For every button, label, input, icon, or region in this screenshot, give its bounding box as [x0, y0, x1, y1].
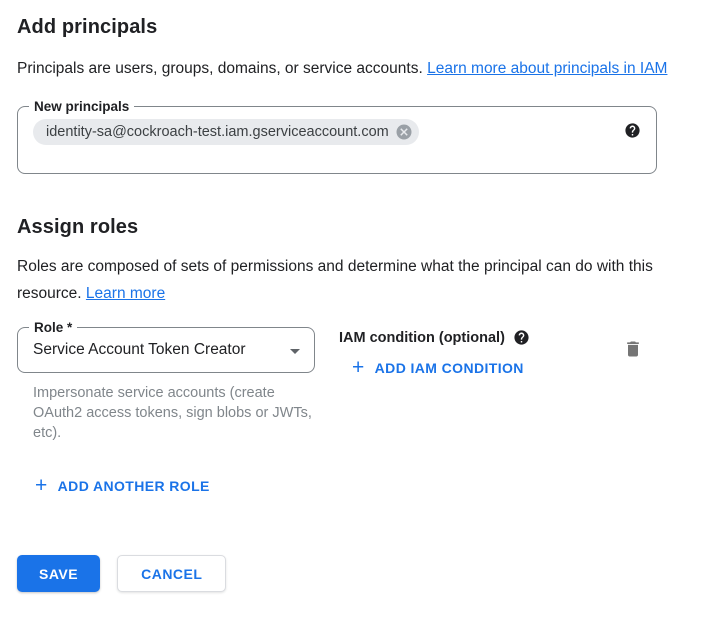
- trash-icon: [623, 339, 643, 359]
- add-principals-title: Add principals: [17, 16, 713, 39]
- principal-chip-value: identity-sa@cockroach-test.iam.gservicea…: [46, 124, 389, 140]
- chevron-down-icon: [283, 339, 307, 368]
- cancel-button[interactable]: CANCEL: [117, 555, 226, 592]
- delete-role-button[interactable]: [623, 339, 643, 361]
- add-iam-condition-button[interactable]: + ADD IAM CONDITION: [352, 359, 524, 377]
- new-principals-field[interactable]: New principals identity-sa@cockroach-tes…: [17, 106, 657, 174]
- learn-more-principals-link[interactable]: Learn more about principals in IAM: [427, 60, 667, 77]
- iam-condition-help-icon[interactable]: [513, 329, 530, 346]
- action-bar: SAVE CANCEL: [17, 555, 713, 592]
- iam-condition-label-row: IAM condition (optional): [339, 329, 623, 346]
- assign-roles-title: Assign roles: [17, 216, 713, 239]
- save-button[interactable]: SAVE: [17, 555, 100, 592]
- principal-chip: identity-sa@cockroach-test.iam.gservicea…: [33, 119, 419, 145]
- add-another-role-label: ADD ANOTHER ROLE: [58, 478, 210, 494]
- add-another-role-button[interactable]: + ADD ANOTHER ROLE: [35, 477, 210, 495]
- iam-condition-label: IAM condition (optional): [339, 330, 505, 346]
- role-column: Role * Service Account Token Creator Imp…: [17, 327, 315, 443]
- role-helper-text: Impersonate service accounts (create OAu…: [33, 383, 313, 443]
- chip-remove-icon[interactable]: [395, 123, 413, 141]
- role-select[interactable]: Role * Service Account Token Creator: [17, 327, 315, 373]
- role-row: Role * Service Account Token Creator Imp…: [17, 327, 657, 443]
- new-principals-field-label: New principals: [29, 98, 134, 115]
- add-iam-condition-label: ADD IAM CONDITION: [375, 360, 524, 376]
- plus-icon: +: [35, 477, 48, 495]
- role-select-value: Service Account Token Creator: [33, 341, 246, 359]
- principals-description-text: Principals are users, groups, domains, o…: [17, 60, 427, 77]
- iam-condition-column: IAM condition (optional) + ADD IAM CONDI…: [339, 327, 623, 443]
- principals-description: Principals are users, groups, domains, o…: [17, 55, 669, 82]
- role-select-label: Role *: [29, 319, 77, 336]
- plus-icon: +: [352, 359, 365, 377]
- roles-description: Roles are composed of sets of permission…: [17, 253, 669, 307]
- learn-more-roles-link[interactable]: Learn more: [86, 285, 165, 302]
- principals-help-icon[interactable]: [624, 122, 641, 139]
- add-principals-panel: Add principals Principals are users, gro…: [0, 0, 713, 592]
